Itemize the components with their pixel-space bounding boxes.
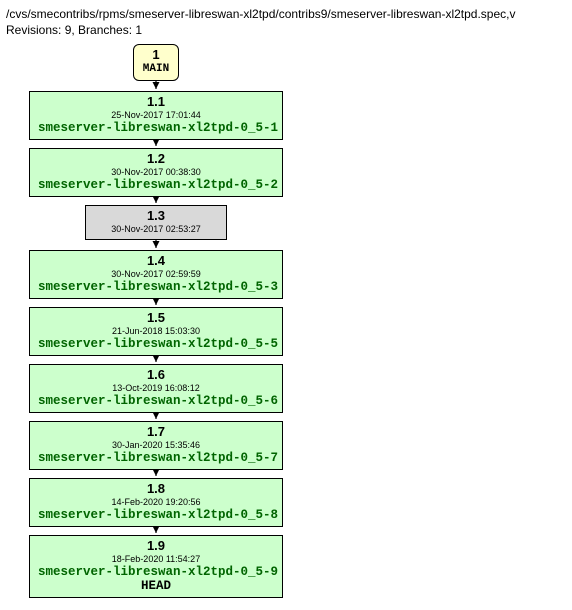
revision-date: 18-Feb-2020 11:54:27 [38,554,274,564]
repo-summary: Revisions: 9, Branches: 1 [6,22,566,38]
revision-version: 1.6 [38,368,274,383]
revision-node-head: 1.9 18-Feb-2020 11:54:27 smeserver-libre… [29,535,283,598]
revision-date: 30-Nov-2017 02:53:27 [94,224,218,234]
revision-tag: smeserver-libreswan-xl2tpd-0_5-8 [38,508,274,522]
revision-head: HEAD [38,579,274,593]
revision-tag: smeserver-libreswan-xl2tpd-0_5-7 [38,451,274,465]
revision-date: 30-Jan-2020 15:35:46 [38,440,274,450]
revision-date: 13-Oct-2019 16:08:12 [38,383,274,393]
revision-node: 1.2 30-Nov-2017 00:38:30 smeserver-libre… [29,148,283,197]
revision-version: 1.7 [38,425,274,440]
root-label: MAIN [142,63,170,76]
revision-tag: smeserver-libreswan-xl2tpd-0_5-6 [38,394,274,408]
root-number: 1 [142,48,170,63]
revision-version: 1.8 [38,482,274,497]
revision-node: 1.1 25-Nov-2017 17:01:44 smeserver-libre… [29,91,283,140]
repo-path: /cvs/smecontribs/rpms/smeserver-libreswa… [6,6,566,22]
revision-version: 1.3 [94,209,218,224]
header-block: /cvs/smecontribs/rpms/smeserver-libreswa… [6,6,566,38]
revision-date: 30-Nov-2017 02:59:59 [38,269,274,279]
revision-tag: smeserver-libreswan-xl2tpd-0_5-9 [38,565,274,579]
revision-version: 1.2 [38,152,274,167]
revision-version: 1.5 [38,311,274,326]
revision-version: 1.9 [38,539,274,554]
revision-date: 21-Jun-2018 15:03:30 [38,326,274,336]
revision-graph: 1 MAIN 1.1 25-Nov-2017 17:01:44 smeserve… [6,44,566,604]
revision-tag: smeserver-libreswan-xl2tpd-0_5-5 [38,337,274,351]
revision-date: 14-Feb-2020 19:20:56 [38,497,274,507]
revision-date: 30-Nov-2017 00:38:30 [38,167,274,177]
revision-date: 25-Nov-2017 17:01:44 [38,110,274,120]
revision-version: 1.4 [38,254,274,269]
revision-node: 1.3 30-Nov-2017 02:53:27 [85,205,227,239]
revision-node: 1.7 30-Jan-2020 15:35:46 smeserver-libre… [29,421,283,470]
revision-version: 1.1 [38,95,274,110]
revision-tag: smeserver-libreswan-xl2tpd-0_5-2 [38,178,274,192]
revision-tag: smeserver-libreswan-xl2tpd-0_5-1 [38,121,274,135]
revision-node: 1.6 13-Oct-2019 16:08:12 smeserver-libre… [29,364,283,413]
branch-root-node: 1 MAIN [133,44,179,81]
revision-node: 1.4 30-Nov-2017 02:59:59 smeserver-libre… [29,250,283,299]
revision-tag: smeserver-libreswan-xl2tpd-0_5-3 [38,280,274,294]
revision-node: 1.8 14-Feb-2020 19:20:56 smeserver-libre… [29,478,283,527]
revision-node: 1.5 21-Jun-2018 15:03:30 smeserver-libre… [29,307,283,356]
